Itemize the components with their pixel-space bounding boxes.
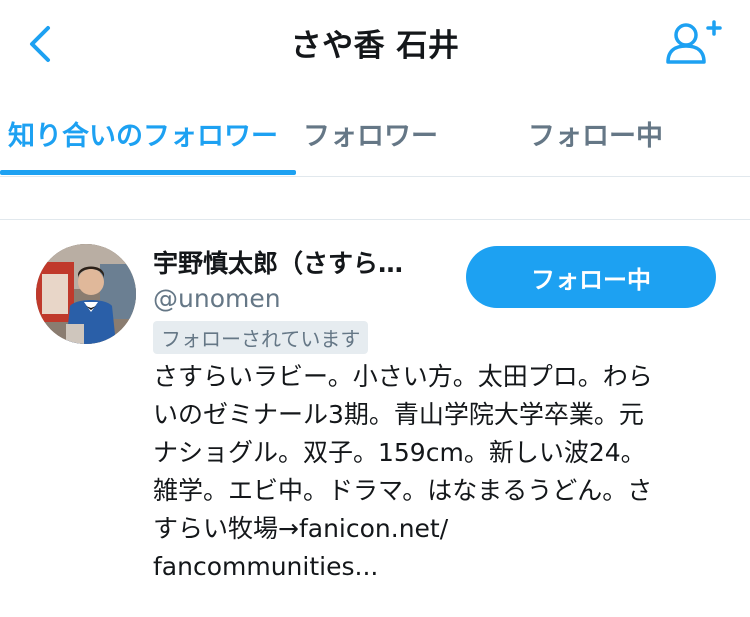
follows-you-badge: フォローされています — [153, 321, 369, 354]
tab-bar: 知り合いのフォロワー フォロワー フォロー中 — [0, 100, 750, 178]
bio-line: さすらいラビー。小さい方。太田プロ。わら — [153, 362, 653, 391]
list-item[interactable]: 宇野慎太郎（さすら… @unomen フォローされています フォロー中 さすらい… — [0, 220, 750, 617]
user-handle: @unomen — [153, 284, 281, 313]
nav-header: さや香 石井 — [0, 0, 750, 88]
add-user-icon — [666, 20, 722, 64]
bio-line: fancommunities... — [153, 552, 379, 581]
tab-followers[interactable]: フォロワー — [303, 114, 438, 153]
following-button[interactable]: フォロー中 — [466, 246, 716, 308]
tab-following[interactable]: フォロー中 — [528, 114, 663, 153]
page-title: さや香 石井 — [290, 28, 460, 64]
avatar-photo — [36, 244, 136, 344]
bio-line: いのゼミナール3期。青山学院大学卒業。元 — [153, 400, 644, 429]
user-bio: さすらいラビー。小さい方。太田プロ。わら いのゼミナール3期。青山学院大学卒業。… — [153, 358, 718, 586]
followers-screen: さや香 石井 知り合いのフォロワー フォロワー フォロー中 daiohizon_… — [0, 0, 750, 617]
add-user-button[interactable] — [664, 18, 724, 68]
avatar[interactable] — [36, 244, 136, 344]
user-display-name[interactable]: 宇野慎太郎（さすら… — [153, 244, 443, 280]
bio-line: ナショグル。双子。159cm。新しい波24。 — [153, 438, 646, 467]
bio-line: 雑学。エビ中。ドラマ。はなまるうどん。さ — [153, 476, 653, 505]
tabs-divider — [0, 176, 750, 177]
tab-mutual-followers[interactable]: 知り合いのフォロワー — [8, 114, 278, 153]
active-tab-indicator — [0, 170, 296, 175]
bio-line: すらい牧場→fanicon.net/ — [153, 514, 449, 543]
